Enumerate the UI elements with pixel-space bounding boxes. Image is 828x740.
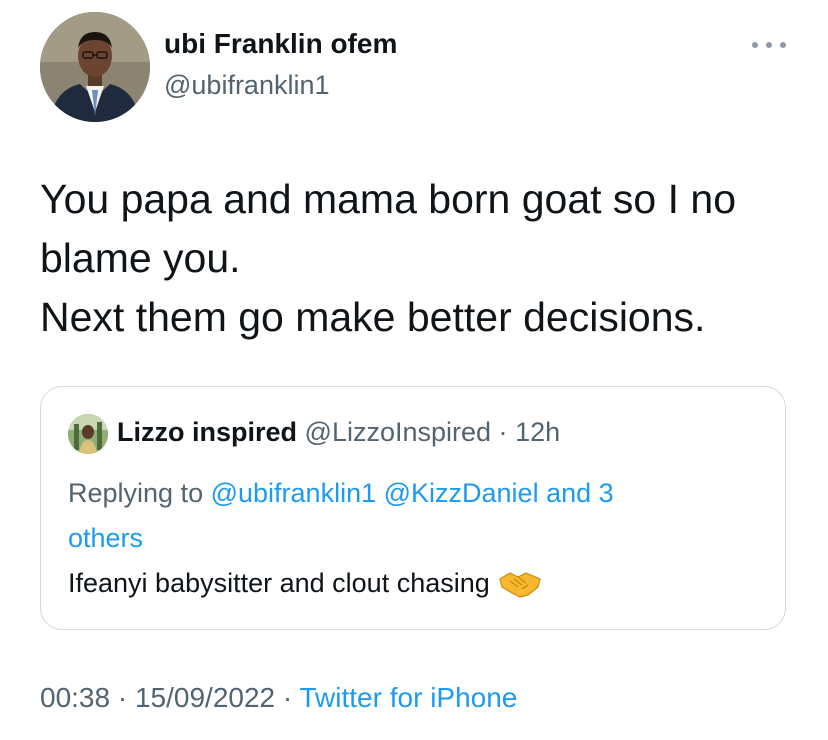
avatar-photo-icon [68, 414, 108, 454]
quoted-tweet-text: Ifeanyi babysitter and clout chasing [68, 567, 542, 599]
author-handle[interactable]: @ubifranklin1 [164, 70, 330, 101]
tweet-text-line: Next them go make better decisions. [40, 294, 706, 340]
separator: · [498, 417, 508, 447]
quoted-tweet-card[interactable]: Lizzo inspired @LizzoInspired · 12h Repl… [40, 386, 786, 630]
dot [780, 42, 786, 48]
quoted-author-handle[interactable]: @LizzoInspired [305, 417, 492, 447]
replying-to-users-link[interactable]: @ubifranklin1 @KizzDaniel and 3 [211, 478, 614, 508]
tweet-text-line: You papa and mama born goat so I no [40, 176, 736, 222]
handshake-icon [498, 567, 542, 599]
separator: · [282, 682, 293, 713]
separator: · [117, 682, 128, 713]
author-avatar[interactable] [40, 12, 150, 122]
quoted-author-name[interactable]: Lizzo inspired [117, 417, 297, 447]
tweet-metadata: 00:38 · 15/09/2022 · Twitter for iPhone [40, 682, 517, 714]
author-display-name[interactable]: ubi Franklin ofem [164, 28, 397, 60]
more-options-icon[interactable] [752, 38, 786, 52]
tweet-source-link[interactable]: Twitter for iPhone [300, 682, 518, 713]
replying-to-others-link[interactable]: others [68, 523, 143, 553]
quoted-author-avatar[interactable] [68, 414, 108, 454]
tweet-time[interactable]: 00:38 [40, 682, 110, 713]
quoted-tweet-time[interactable]: 12h [515, 417, 560, 447]
replying-to: Replying to @ubifranklin1 @KizzDaniel an… [68, 471, 758, 561]
tweet-text-line: blame you. [40, 235, 241, 281]
tweet-date[interactable]: 15/09/2022 [135, 682, 275, 713]
dot [752, 42, 758, 48]
profile-photo-icon [40, 12, 150, 122]
quoted-tweet-header: Lizzo inspired @LizzoInspired · 12h [117, 417, 560, 448]
tweet-text: You papa and mama born goat so I no blam… [40, 170, 800, 347]
dot [766, 42, 772, 48]
tweet: ubi Franklin ofem @ubifranklin1 You papa… [0, 0, 828, 740]
replying-prefix: Replying to [68, 478, 204, 508]
quoted-tweet-body: Ifeanyi babysitter and clout chasing [68, 567, 490, 598]
